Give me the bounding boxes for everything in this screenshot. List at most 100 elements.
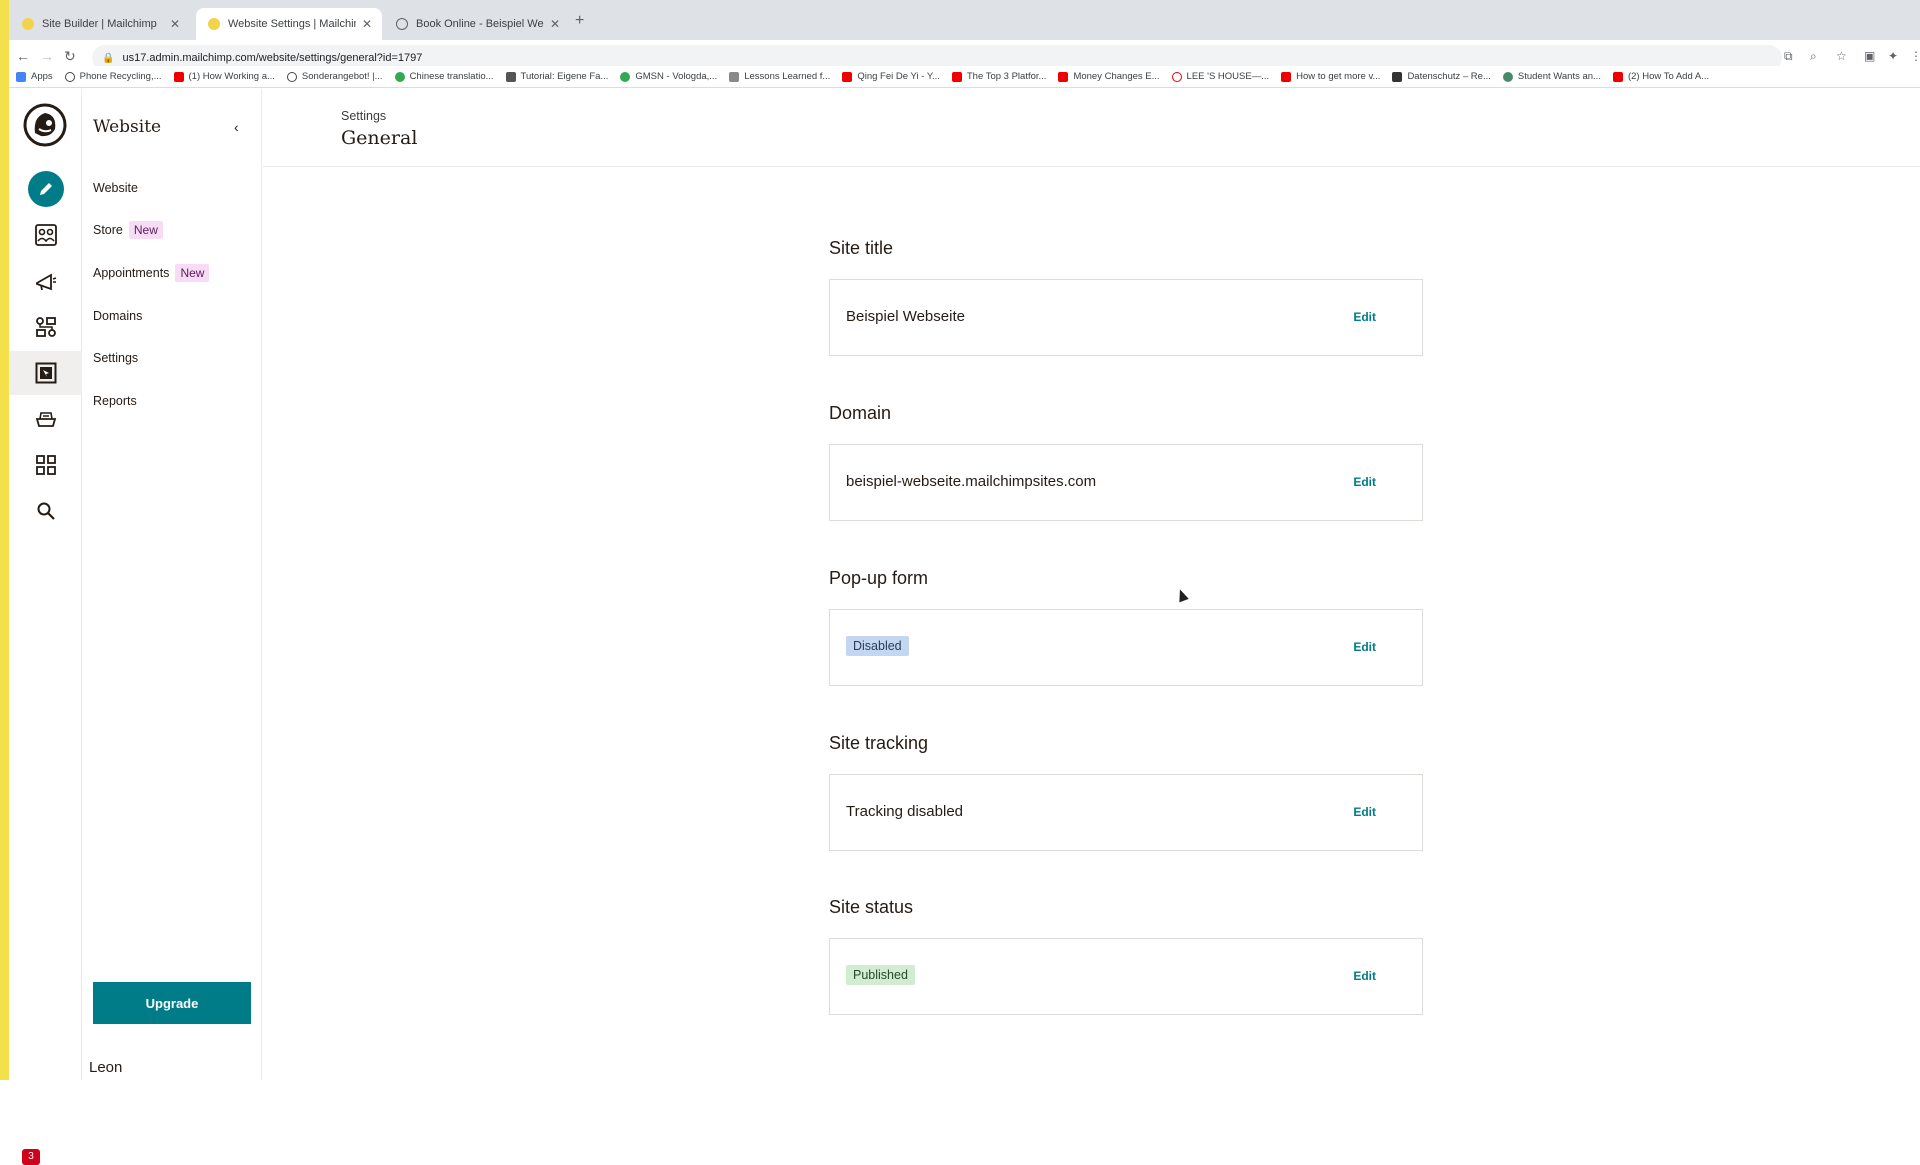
youtube-icon <box>1058 71 1069 82</box>
window-edge <box>0 0 9 1080</box>
section-label-domain: Domain <box>829 403 892 423</box>
bookmark-item[interactable]: (2) How To Add A... <box>1612 71 1710 82</box>
close-icon[interactable]: ✕ <box>362 17 372 31</box>
subnav-item-label: Website <box>93 181 138 195</box>
section-label-site-tracking: Site tracking <box>829 733 929 753</box>
bookmark-favicon-icon <box>1502 71 1513 82</box>
forward-icon[interactable]: → <box>40 48 54 64</box>
bookmark-item[interactable]: Sonderangebot! |... <box>286 71 383 82</box>
tab-title: Site Builder | Mailchimp <box>42 18 157 30</box>
bookmark-item[interactable]: GMSN - Vologda,... <box>620 71 717 82</box>
bookmark-item[interactable]: How to get more v... <box>1281 71 1380 82</box>
bookmark-label: Apps <box>31 71 53 82</box>
bookmark-label: Sonderangebot! |... <box>301 71 383 82</box>
back-icon[interactable]: ← <box>16 48 30 64</box>
status-badge-published: Published <box>846 965 915 985</box>
bookmark-label: (2) How To Add A... <box>1627 71 1710 82</box>
subnav-item-label: Reports <box>93 394 137 408</box>
rail-content[interactable] <box>9 397 82 441</box>
youtube-icon <box>1612 71 1623 82</box>
subnav-item-label: Appointments <box>93 266 170 280</box>
upgrade-button[interactable]: Upgrade <box>93 982 251 1024</box>
new-tab-icon[interactable]: + <box>575 12 584 30</box>
browser-tab[interactable]: Site Builder | Mailchimp ✕ <box>10 8 190 40</box>
bookmark-item[interactable]: (1) How Working a... <box>173 71 275 82</box>
notification-badge[interactable]: 3 <box>22 1149 40 1165</box>
section-label-site-status: Site status <box>829 897 914 917</box>
new-badge: New <box>175 264 210 282</box>
bookmark-item[interactable]: Tutorial: Eigene Fa... <box>505 71 608 82</box>
reload-icon[interactable]: ↻ <box>64 48 76 65</box>
translate-icon[interactable]: ⧉ <box>1784 49 1793 64</box>
close-icon[interactable]: ✕ <box>550 17 560 31</box>
rail-website[interactable] <box>9 351 82 395</box>
bookmark-item[interactable]: Apps <box>16 71 53 82</box>
extension-icon[interactable]: ▣ <box>1864 49 1875 63</box>
bookmark-item[interactable]: Qing Fei De Yi - Y... <box>842 71 940 82</box>
bookmark-label: How to get more v... <box>1296 71 1381 82</box>
edit-domain-link[interactable]: Edit <box>1353 475 1376 489</box>
bookmark-item[interactable]: The Top 3 Platfor... <box>951 71 1047 82</box>
lock-icon: 🔒 <box>102 52 115 64</box>
bookmarks-bar: Apps Phone Recycling,... (1) How Working… <box>0 66 1920 88</box>
browser-tab[interactable]: Book Online - Beispiel Websei ✕ <box>384 8 570 40</box>
bookmark-item[interactable]: LEE 'S HOUSE—... <box>1171 71 1270 82</box>
subnav-item-store[interactable]: Store New <box>93 221 163 239</box>
youtube-icon <box>842 71 853 82</box>
bookmark-item[interactable]: Chinese translatio... <box>394 71 494 82</box>
rail-campaigns[interactable] <box>9 259 82 303</box>
hash-icon <box>505 71 516 82</box>
close-icon[interactable]: ✕ <box>170 17 180 31</box>
search-icon <box>37 502 55 520</box>
bookmark-label: (1) How Working a... <box>188 71 275 82</box>
account-user-name[interactable]: Leon <box>89 1059 122 1076</box>
main-content: Settings General Site title Beispiel Web… <box>263 89 1920 1080</box>
content-studio-icon <box>35 412 56 427</box>
rail-audience[interactable] <box>9 213 82 257</box>
edit-site-title-link[interactable]: Edit <box>1353 310 1376 324</box>
site-status-card: Published Edit <box>829 938 1423 1015</box>
bookmark-label: The Top 3 Platfor... <box>966 71 1047 82</box>
rail-create[interactable] <box>9 167 82 211</box>
bookmark-label: Chinese translatio... <box>409 71 494 82</box>
pencil-icon <box>27 171 64 207</box>
zoom-icon[interactable]: ⌕ <box>1810 49 1817 64</box>
tab-title: Website Settings | Mailchimp <box>228 18 356 30</box>
edit-site-status-link[interactable]: Edit <box>1353 969 1376 983</box>
bookmark-label: Money Changes E... <box>1073 71 1160 82</box>
browser-tabstrip: Site Builder | Mailchimp ✕ Website Setti… <box>0 0 1920 40</box>
breadcrumb[interactable]: Settings <box>341 109 386 123</box>
edit-site-tracking-link[interactable]: Edit <box>1353 805 1376 819</box>
browser-tab-active[interactable]: Website Settings | Mailchimp ✕ <box>196 8 382 40</box>
bookmark-item[interactable]: Student Wants an... <box>1502 71 1601 82</box>
website-icon <box>35 362 56 384</box>
subnav-item-settings[interactable]: Settings <box>93 351 138 365</box>
subnav-item-reports[interactable]: Reports <box>93 394 137 408</box>
bookmark-label: LEE 'S HOUSE—... <box>1186 71 1270 82</box>
bookmark-label: Qing Fei De Yi - Y... <box>857 71 940 82</box>
rail-integrations[interactable] <box>9 443 82 487</box>
puzzle-icon[interactable]: ✦ <box>1888 49 1898 63</box>
tab-title: Book Online - Beispiel Websei <box>416 18 544 30</box>
megaphone-icon <box>35 273 56 291</box>
menu-icon[interactable]: ⋮ <box>1910 49 1920 63</box>
subnav-title: Website <box>93 117 162 137</box>
bookmark-item[interactable]: Money Changes E... <box>1058 71 1160 82</box>
bookmark-label: Student Wants an... <box>1517 71 1601 82</box>
rail-search[interactable] <box>9 489 82 533</box>
new-badge: New <box>128 221 163 239</box>
subnav-item-website[interactable]: Website <box>93 181 138 195</box>
bookmark-item[interactable]: Phone Recycling,... <box>64 71 162 82</box>
bookmark-item[interactable]: Datenschutz – Re... <box>1392 71 1491 82</box>
bookmark-item[interactable]: Lessons Learned f... <box>729 71 830 82</box>
chevron-left-icon[interactable]: ‹ <box>234 119 239 135</box>
youtube-icon <box>951 71 962 82</box>
mailchimp-logo-icon[interactable] <box>23 103 67 147</box>
rail-automations[interactable] <box>9 305 82 349</box>
bookmark-star-icon[interactable]: ☆ <box>1836 49 1847 63</box>
edit-popup-form-link[interactable]: Edit <box>1353 640 1376 654</box>
audience-icon <box>34 224 57 246</box>
icon-rail: 3 <box>9 89 82 1165</box>
subnav-item-appointments[interactable]: Appointments New <box>93 264 210 282</box>
subnav-item-domains[interactable]: Domains <box>93 309 142 323</box>
